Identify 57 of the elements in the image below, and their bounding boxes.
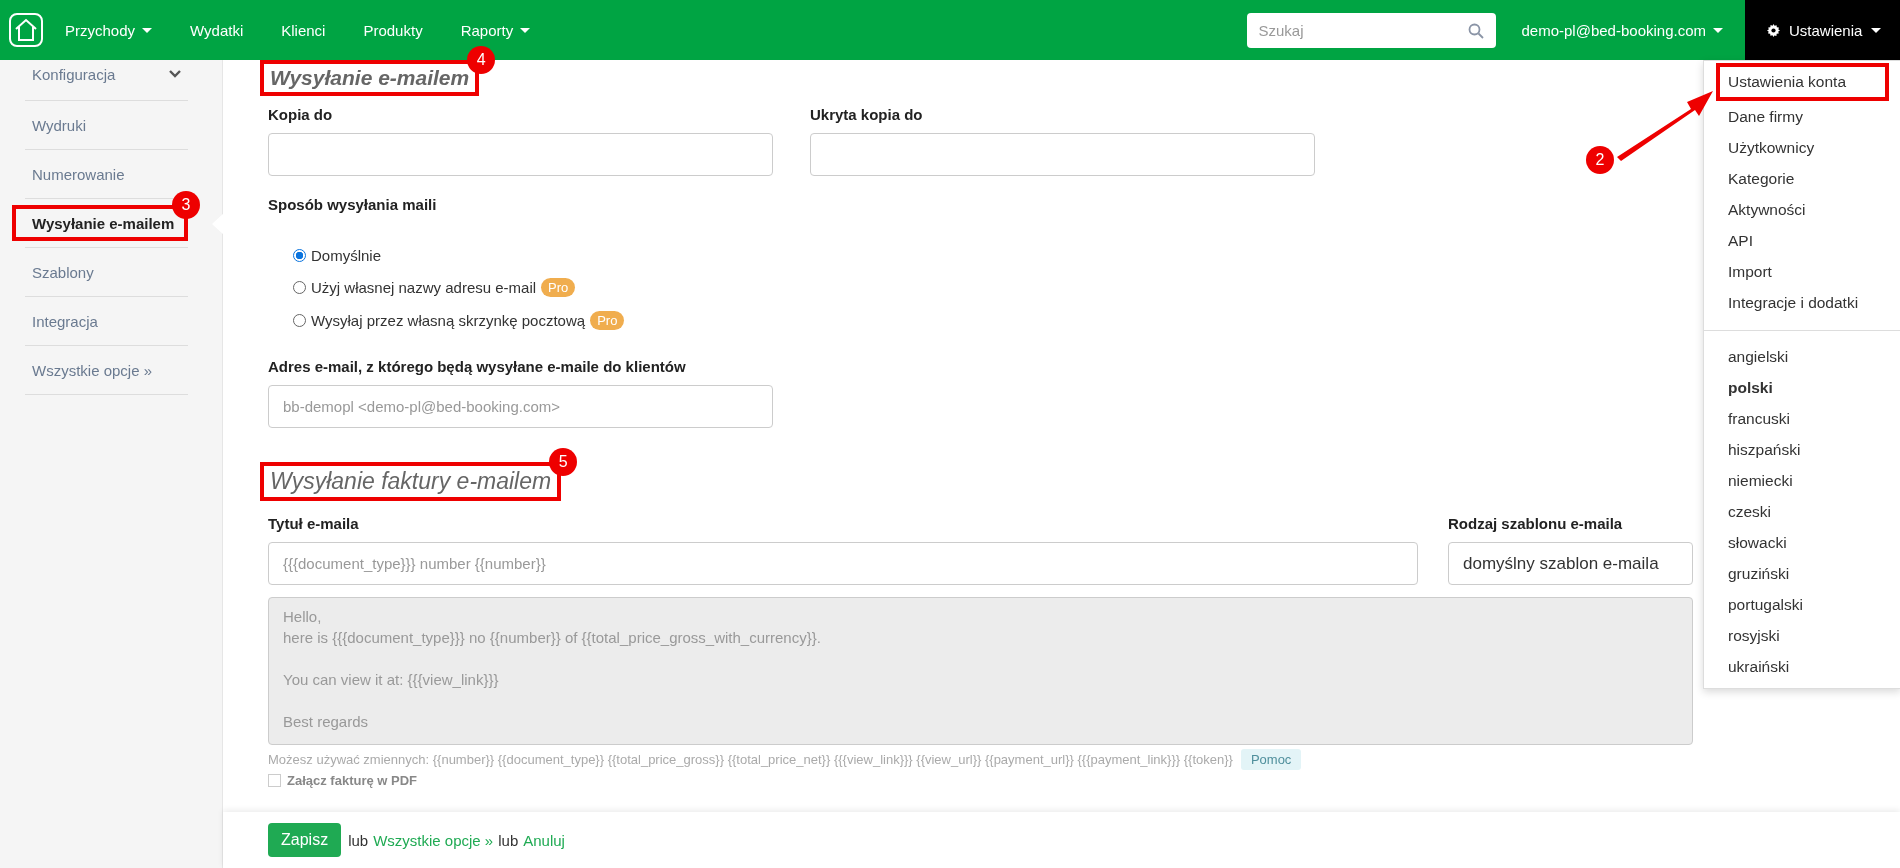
sidebar-item[interactable]: Wydruki [25, 107, 188, 143]
callout-number: 4 [467, 46, 496, 74]
search-icon [1467, 22, 1484, 39]
variables-hint: Możesz używać zmiennych: {{number}} {{document_type}} {{total_price_gross}} {{total_price_net}} {{{view_link}}} {{view_url}} {{payment_url}} {{{payment_link}}} {{token}} [268, 752, 1233, 767]
language-item[interactable]: gruziński [1704, 558, 1900, 589]
callout-number: 2 [1586, 146, 1614, 174]
sender-email-field[interactable]: bb-demopl <demo-pl@bed-booking.com> [268, 385, 773, 428]
radio-button[interactable] [293, 249, 306, 262]
language-item[interactable]: hiszpański [1704, 434, 1900, 465]
field-label: Tytuł e-maila [268, 515, 360, 532]
callout-number: 3 [172, 191, 200, 219]
chevron-down-icon [169, 70, 181, 78]
field-label: Rodzaj szablonu e-maila [1448, 515, 1624, 532]
search-field[interactable]: Szukaj [1246, 12, 1496, 48]
footer-text: lub [498, 831, 519, 849]
settings-menu-button[interactable]: Ustawienia [1745, 0, 1900, 60]
menu-item[interactable]: Dane firmy [1704, 101, 1900, 132]
language-item[interactable]: angielski [1704, 341, 1900, 372]
checkbox[interactable] [268, 774, 281, 787]
pro-badge: Pro [541, 278, 576, 297]
menu-item[interactable]: API [1704, 225, 1900, 256]
menu-item[interactable]: Ustawienia konta [1716, 63, 1889, 101]
language-item[interactable]: niemiecki [1704, 465, 1900, 496]
radio-label: Użyj własnej nazwy adresu e-mail [311, 279, 537, 296]
bcc-field[interactable] [810, 133, 1315, 176]
email-subject-field[interactable]: {{{document_type}}} number {{number}} [268, 542, 1418, 585]
sidebar-item[interactable]: Integracja [25, 303, 188, 339]
field-label: Sposób wysyłania maili [268, 196, 437, 213]
menu-item[interactable]: Aktywności [1704, 194, 1900, 225]
language-item[interactable]: ukraiński [1704, 651, 1900, 682]
language-item[interactable]: portugalski [1704, 589, 1900, 620]
language-item[interactable]: rosyjski [1704, 620, 1900, 651]
field-label: Kopia do [268, 106, 334, 123]
template-select[interactable]: domyślny szablon e-maila [1448, 542, 1693, 585]
settings-icon [1767, 23, 1780, 37]
language-item[interactable]: słowacki [1704, 527, 1900, 558]
sidebar-item[interactable]: Szablony [25, 254, 188, 290]
sidebar-item[interactable]: Konfiguracja [25, 60, 188, 88]
cc-field[interactable] [268, 133, 773, 176]
language-item[interactable]: francuski [1704, 403, 1900, 434]
menu-item[interactable]: Import [1704, 256, 1900, 287]
radio-label: Domyślnie [311, 247, 382, 264]
language-item[interactable]: czeski [1704, 496, 1900, 527]
menu-item[interactable]: Integracje i dodatki [1704, 287, 1900, 318]
callout-number: 5 [549, 448, 578, 476]
checkbox-label: Załącz fakturę w PDF [287, 773, 418, 788]
field-label: Adres e-mail, z którego będą wysyłane e-maile do klientów [268, 358, 687, 375]
sidebar-item[interactable]: Numerowanie [25, 156, 188, 192]
sidebar-item[interactable]: Wszystkie opcje » [25, 352, 188, 388]
home-icon[interactable] [9, 13, 43, 47]
pro-badge: Pro [590, 311, 625, 330]
footer-text: lub [348, 831, 369, 849]
field-label: Ukryta kopia do [810, 106, 924, 123]
language-item[interactable]: polski [1704, 372, 1900, 403]
radio-label: Wysyłaj przez własną skrzynkę pocztową [311, 312, 586, 329]
menu-item[interactable]: Użytkownicy [1704, 132, 1900, 163]
menu-item[interactable]: Kategorie [1704, 163, 1900, 194]
